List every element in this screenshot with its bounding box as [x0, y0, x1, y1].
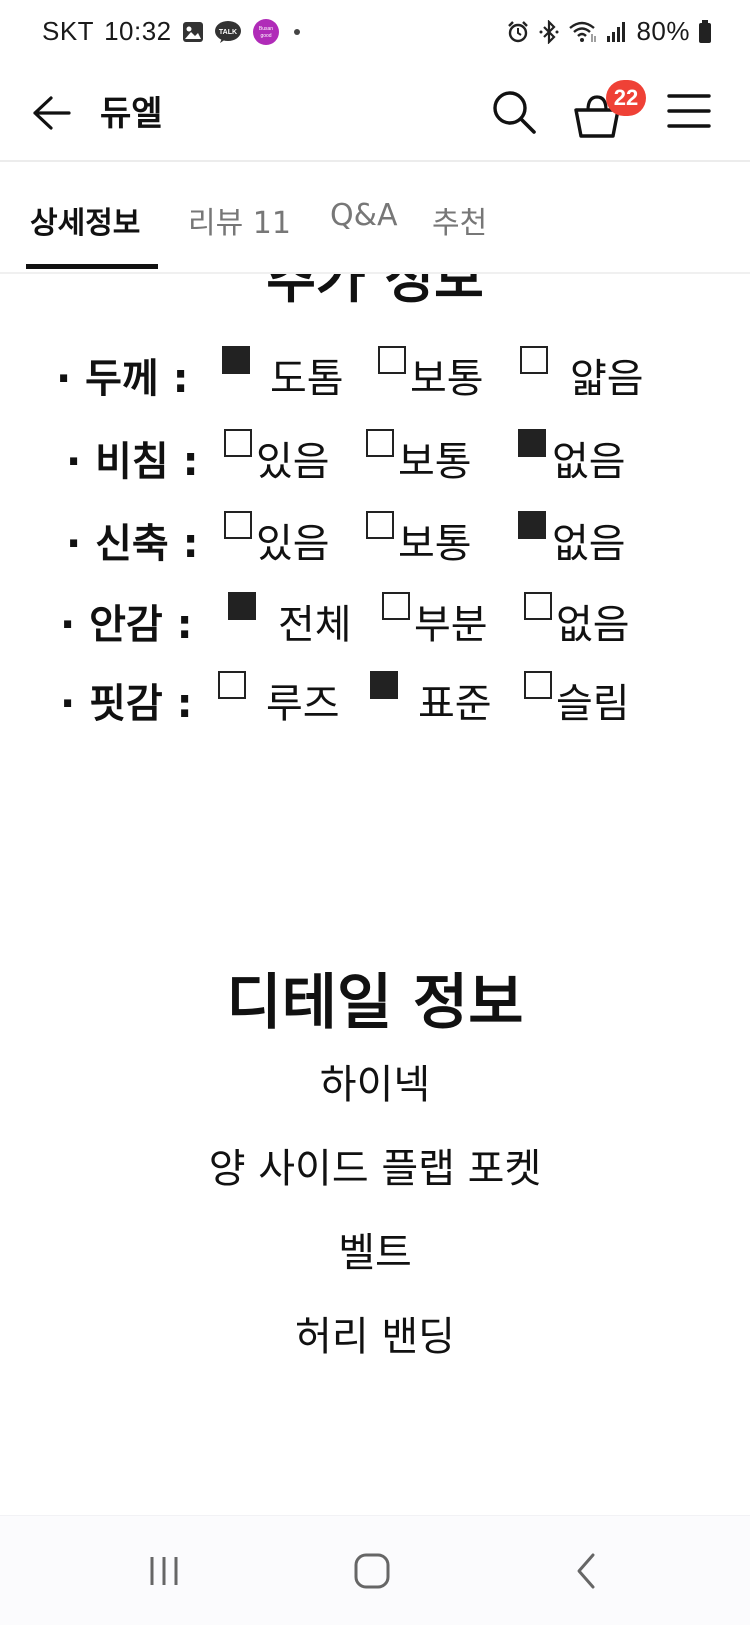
battery-icon [698, 19, 712, 44]
attr-label: · 안감 : [60, 602, 193, 648]
back-button[interactable] [26, 88, 76, 138]
tab-bar: 상세정보 리뷰 11 Q&A 추천 [0, 164, 750, 274]
option-label: 보통 [398, 439, 472, 485]
option-label: 보통 [398, 521, 472, 567]
recent-apps-button[interactable] [134, 1546, 194, 1596]
chevron-left-icon [577, 1553, 595, 1589]
checkbox-checked-icon [228, 592, 256, 620]
signal-icon [606, 21, 628, 43]
search-icon [493, 91, 536, 134]
checkbox-empty-icon [524, 592, 552, 620]
system-back-button[interactable] [556, 1546, 616, 1596]
tab-reviews[interactable]: 리뷰 11 [188, 198, 291, 242]
status-bar: SKT 10:32 TALK Busan good 80% [0, 0, 750, 66]
clock: 10:32 [104, 16, 172, 46]
attr-row-stretch: · 신축 : 있음 보통 없음 [0, 511, 750, 571]
status-left: SKT 10:32 TALK Busan good [42, 16, 304, 47]
attr-row-fit: · 핏감 : 루즈 표준 슬림 [0, 671, 750, 731]
option-label: 표준 [418, 681, 492, 727]
option-label: 없음 [552, 521, 626, 567]
system-nav-bar [0, 1515, 750, 1625]
battery-percent: 80% [636, 16, 690, 46]
detail-item: 하이넥 [319, 1062, 431, 1108]
tab-detail-info[interactable]: 상세정보 [30, 198, 140, 242]
extra-info-title: 추가 정보 [266, 274, 484, 310]
checkbox-checked-icon [222, 346, 250, 374]
checkbox-empty-icon [382, 592, 410, 620]
checkbox-empty-icon [218, 671, 246, 699]
option-label: 보통 [410, 356, 484, 402]
menu-button[interactable] [664, 86, 714, 136]
product-detail-content: 추가 정보 · 두께 : 도톰 보통 얇음 · 비침 : 있음 보통 없음 · … [0, 274, 750, 1514]
cart-button[interactable]: 22 [572, 80, 648, 144]
gallery-icon [182, 21, 204, 43]
active-tab-indicator [26, 264, 158, 269]
option-label: 있음 [256, 521, 330, 567]
option-label: 슬림 [556, 681, 630, 727]
option-label: 없음 [552, 439, 626, 485]
option-label: 루즈 [266, 681, 340, 727]
checkbox-empty-icon [524, 671, 552, 699]
tab-qna[interactable]: Q&A [330, 198, 398, 233]
attr-row-lining: · 안감 : 전체 부분 없음 [0, 592, 750, 652]
option-label: 없음 [556, 602, 630, 648]
checkbox-empty-icon [520, 346, 548, 374]
home-icon [354, 1553, 390, 1589]
hamburger-menu-icon [667, 94, 711, 128]
tab-recommended[interactable]: 추천 [432, 198, 487, 242]
status-right: 80% [506, 16, 712, 47]
app-header: 듀엘 22 [0, 66, 750, 162]
home-button[interactable] [342, 1546, 402, 1596]
checkbox-empty-icon [366, 511, 394, 539]
kakaotalk-icon: TALK [214, 20, 242, 44]
svg-text:Busan: Busan [259, 26, 273, 32]
attr-label: · 비침 : [66, 439, 199, 485]
attr-label: · 핏감 : [60, 681, 193, 727]
attr-label: · 두께 : [56, 356, 189, 402]
alarm-icon [506, 20, 530, 44]
option-label: 얇음 [570, 356, 644, 402]
detail-info-title: 디테일 정보 [226, 968, 524, 1038]
page-title: 듀엘 [100, 94, 163, 134]
option-label: 있음 [256, 439, 330, 485]
cart-count-badge: 22 [606, 80, 646, 116]
recent-apps-icon [150, 1557, 178, 1585]
arrow-left-icon [33, 96, 71, 130]
bluetooth-icon [538, 19, 560, 44]
busan-app-icon: Busan good [252, 18, 280, 46]
detail-item: 양 사이드 플랩 포켓 [208, 1146, 542, 1192]
wifi-icon [568, 20, 598, 44]
checkbox-empty-icon [224, 429, 252, 457]
option-label: 도톰 [270, 356, 344, 402]
option-label: 전체 [278, 602, 352, 648]
checkbox-empty-icon [366, 429, 394, 457]
attr-row-transparency: · 비침 : 있음 보통 없음 [0, 429, 750, 489]
search-button[interactable] [486, 84, 542, 140]
svg-text:good: good [260, 33, 271, 39]
svg-text:TALK: TALK [219, 29, 237, 36]
checkbox-checked-icon [370, 671, 398, 699]
checkbox-checked-icon [518, 429, 546, 457]
detail-item: 허리 밴딩 [295, 1314, 455, 1360]
checkbox-empty-icon [378, 346, 406, 374]
option-label: 부분 [414, 602, 488, 648]
more-notifications-dot-icon [290, 25, 304, 39]
checkbox-empty-icon [224, 511, 252, 539]
carrier-label: SKT [42, 16, 95, 46]
attr-row-thickness: · 두께 : 도톰 보통 얇음 [0, 346, 750, 406]
checkbox-checked-icon [518, 511, 546, 539]
detail-item: 벨트 [338, 1230, 412, 1276]
attr-label: · 신축 : [66, 521, 199, 567]
